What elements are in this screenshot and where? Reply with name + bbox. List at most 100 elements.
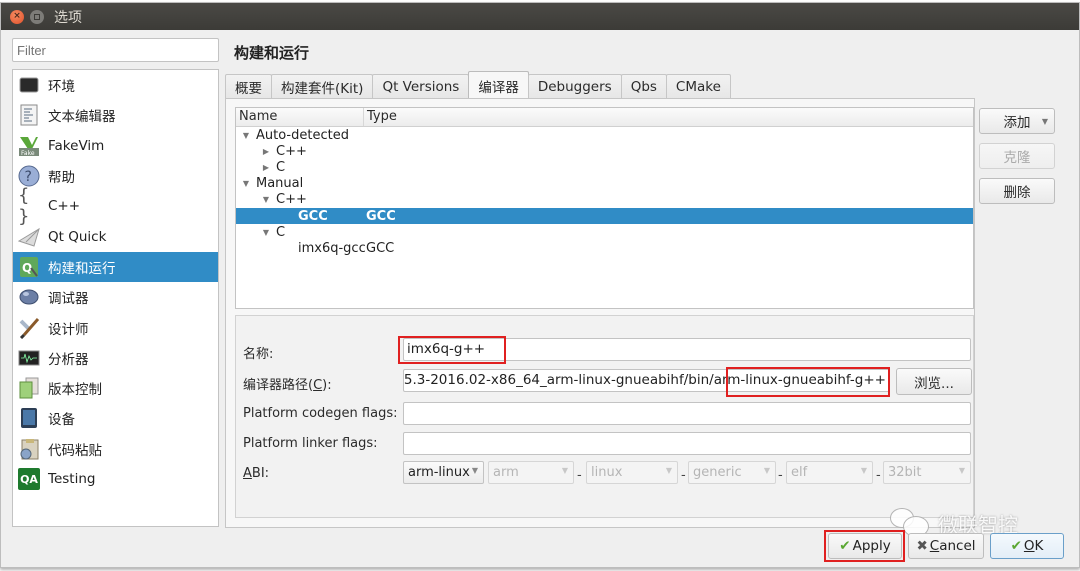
sidebar-item-designer[interactable]: 设计师 <box>13 312 218 342</box>
cancel-label: ancel <box>939 538 976 554</box>
dropdown-arrow-icon: ▼ <box>860 466 867 475</box>
sidebar-item-label: 代码粘贴 <box>48 442 102 459</box>
tree-row-manual[interactable]: ▼ Manual <box>236 176 973 192</box>
abi-arch-select[interactable]: arm ▼ <box>488 461 574 484</box>
sidebar-item-text-editor[interactable]: 文本编辑器 <box>13 100 218 130</box>
sidebar-item-label: 版本控制 <box>48 382 102 399</box>
sidebar-item-label: Testing <box>48 471 96 487</box>
expand-arrow-icon[interactable]: ▼ <box>240 179 252 188</box>
sidebar-item-help[interactable]: ? 帮助 <box>13 161 218 191</box>
version-control-icon <box>18 377 40 399</box>
tree-row-auto-c[interactable]: ▶ C <box>236 159 973 175</box>
sidebar-item-version-control[interactable]: 版本控制 <box>13 373 218 403</box>
collapse-arrow-icon[interactable]: ▶ <box>260 147 272 156</box>
code-paste-icon <box>18 438 40 460</box>
sidebar-item-cpp[interactable]: { } C++ <box>13 185 218 227</box>
tree-row-name: C <box>276 159 286 175</box>
add-label: 添加 <box>1003 115 1031 131</box>
maximize-icon <box>34 13 40 20</box>
abi-os-value: linux <box>591 465 623 480</box>
tree-row-type: GCC <box>366 208 396 224</box>
qa-testing-icon: QA <box>18 468 40 490</box>
abi-flavor-select[interactable]: generic ▼ <box>688 461 776 484</box>
clone-compiler-button[interactable]: 克隆 <box>979 143 1055 169</box>
sidebar-item-qt-quick[interactable]: Qt Quick <box>13 221 218 251</box>
column-header-type[interactable]: Type <box>364 108 973 126</box>
sidebar-item-build-run[interactable]: Q 构建和运行 <box>13 251 218 283</box>
bug-icon <box>18 286 40 308</box>
cancel-button[interactable]: ✖ Cancel <box>908 533 984 559</box>
abi-os-select[interactable]: linux ▼ <box>586 461 678 484</box>
codegen-flags-input[interactable] <box>403 402 971 425</box>
sidebar-item-label: 设计师 <box>48 321 89 338</box>
text-document-icon <box>18 104 40 126</box>
tree-row-manual-cpp[interactable]: ▼ C++ <box>236 192 973 208</box>
abi-preset-select[interactable]: arm-linux ▼ <box>403 461 484 484</box>
sidebar-item-code-pasting[interactable]: 代码粘贴 <box>13 434 218 464</box>
designer-brush-icon <box>18 317 40 339</box>
title-bar: × 选项 <box>1 3 1079 30</box>
sidebar-item-label: C++ <box>48 198 81 215</box>
expand-arrow-icon[interactable]: ▼ <box>260 195 272 204</box>
tree-row-auto-detected[interactable]: ▼ Auto-detected <box>236 127 973 143</box>
linker-flags-input[interactable] <box>403 432 971 455</box>
sidebar-item-devices[interactable]: 设备 <box>13 403 218 433</box>
close-icon: × <box>13 11 21 21</box>
sidebar-item-environment[interactable]: 环境 <box>13 70 218 100</box>
fakevim-icon: Fake <box>18 135 40 157</box>
tree-row-name: Manual <box>256 176 304 192</box>
analyzer-icon <box>18 347 40 369</box>
browse-button[interactable]: 浏览... <box>896 368 972 395</box>
tree-row-manual-c[interactable]: ▼ C <box>236 224 973 240</box>
tab-qt-versions[interactable]: Qt Versions <box>372 74 470 99</box>
expand-arrow-icon[interactable]: ▼ <box>260 228 272 237</box>
tree-row-type: GCC <box>366 240 395 256</box>
tab-debuggers[interactable]: Debuggers <box>527 74 622 99</box>
sidebar-item-analyzer[interactable]: 分析器 <box>13 343 218 373</box>
sidebar-item-label: 文本编辑器 <box>48 109 116 126</box>
mnemonic: A <box>243 466 252 481</box>
tree-row-name: C <box>276 224 286 240</box>
tab-compilers[interactable]: 编译器 <box>468 71 529 99</box>
tree-row-manual-cpp-gcc[interactable]: GCC GCC <box>236 207 973 225</box>
column-header-name[interactable]: Name <box>236 108 364 126</box>
dropdown-arrow-icon: ▼ <box>763 466 770 475</box>
category-list[interactable]: 环境 文本编辑器 Fake FakeVim ? 帮助 { } C++ Qt Qu… <box>12 69 219 527</box>
dropdown-arrow-icon: ▼ <box>958 466 965 475</box>
tree-header: Name Type <box>236 108 973 127</box>
remove-compiler-button[interactable]: 删除 <box>979 178 1055 204</box>
collapse-arrow-icon[interactable]: ▶ <box>260 163 272 172</box>
tab-overview[interactable]: 概要 <box>225 74 272 99</box>
check-icon: ✔ <box>1010 538 1022 554</box>
monitor-icon <box>18 74 40 96</box>
svg-text:Fake: Fake <box>21 150 35 157</box>
mnemonic: C <box>313 378 323 393</box>
dropdown-arrow-icon: ▼ <box>561 466 568 475</box>
tab-qbs[interactable]: Qbs <box>620 74 667 99</box>
qt-build-run-icon: Q <box>18 256 40 278</box>
ok-button[interactable]: ✔ O K <box>990 533 1064 559</box>
abi-format-select[interactable]: elf ▼ <box>786 461 873 484</box>
filter-input[interactable] <box>12 38 219 62</box>
device-icon <box>18 407 40 429</box>
annotation-highlight-apply <box>824 530 905 562</box>
tab-cmake[interactable]: CMake <box>665 74 731 99</box>
sidebar-item-fakevim[interactable]: Fake FakeVim <box>13 131 218 161</box>
codegen-flags-label: Platform codegen flags: <box>243 406 398 421</box>
expand-arrow-icon[interactable]: ▼ <box>240 131 252 140</box>
compiler-tree[interactable]: Name Type ▼ Auto-detected ▶ C++ ▶ C ▼ Manual… <box>235 107 974 309</box>
tree-row-manual-c-imx6q-gcc[interactable]: imx6q-gcc GCC <box>236 240 973 256</box>
tree-row-name: C++ <box>276 143 307 159</box>
sidebar-item-testing[interactable]: QA Testing <box>13 464 218 494</box>
add-compiler-button[interactable]: 添加 ▼ <box>979 108 1055 134</box>
sidebar-item-label: 构建和运行 <box>48 260 116 277</box>
page-title: 构建和运行 <box>234 44 310 62</box>
tree-row-auto-cpp[interactable]: ▶ C++ <box>236 143 973 159</box>
sidebar-item-debugger[interactable]: 调试器 <box>13 282 218 312</box>
abi-width-select[interactable]: 32bit ▼ <box>883 461 971 484</box>
abi-flavor-value: generic <box>693 465 742 480</box>
close-window-button[interactable]: × <box>10 9 24 24</box>
sidebar-item-label: 帮助 <box>48 170 75 187</box>
maximize-window-button[interactable] <box>30 9 44 24</box>
tab-kits[interactable]: 构建套件(Kit) <box>271 74 374 99</box>
